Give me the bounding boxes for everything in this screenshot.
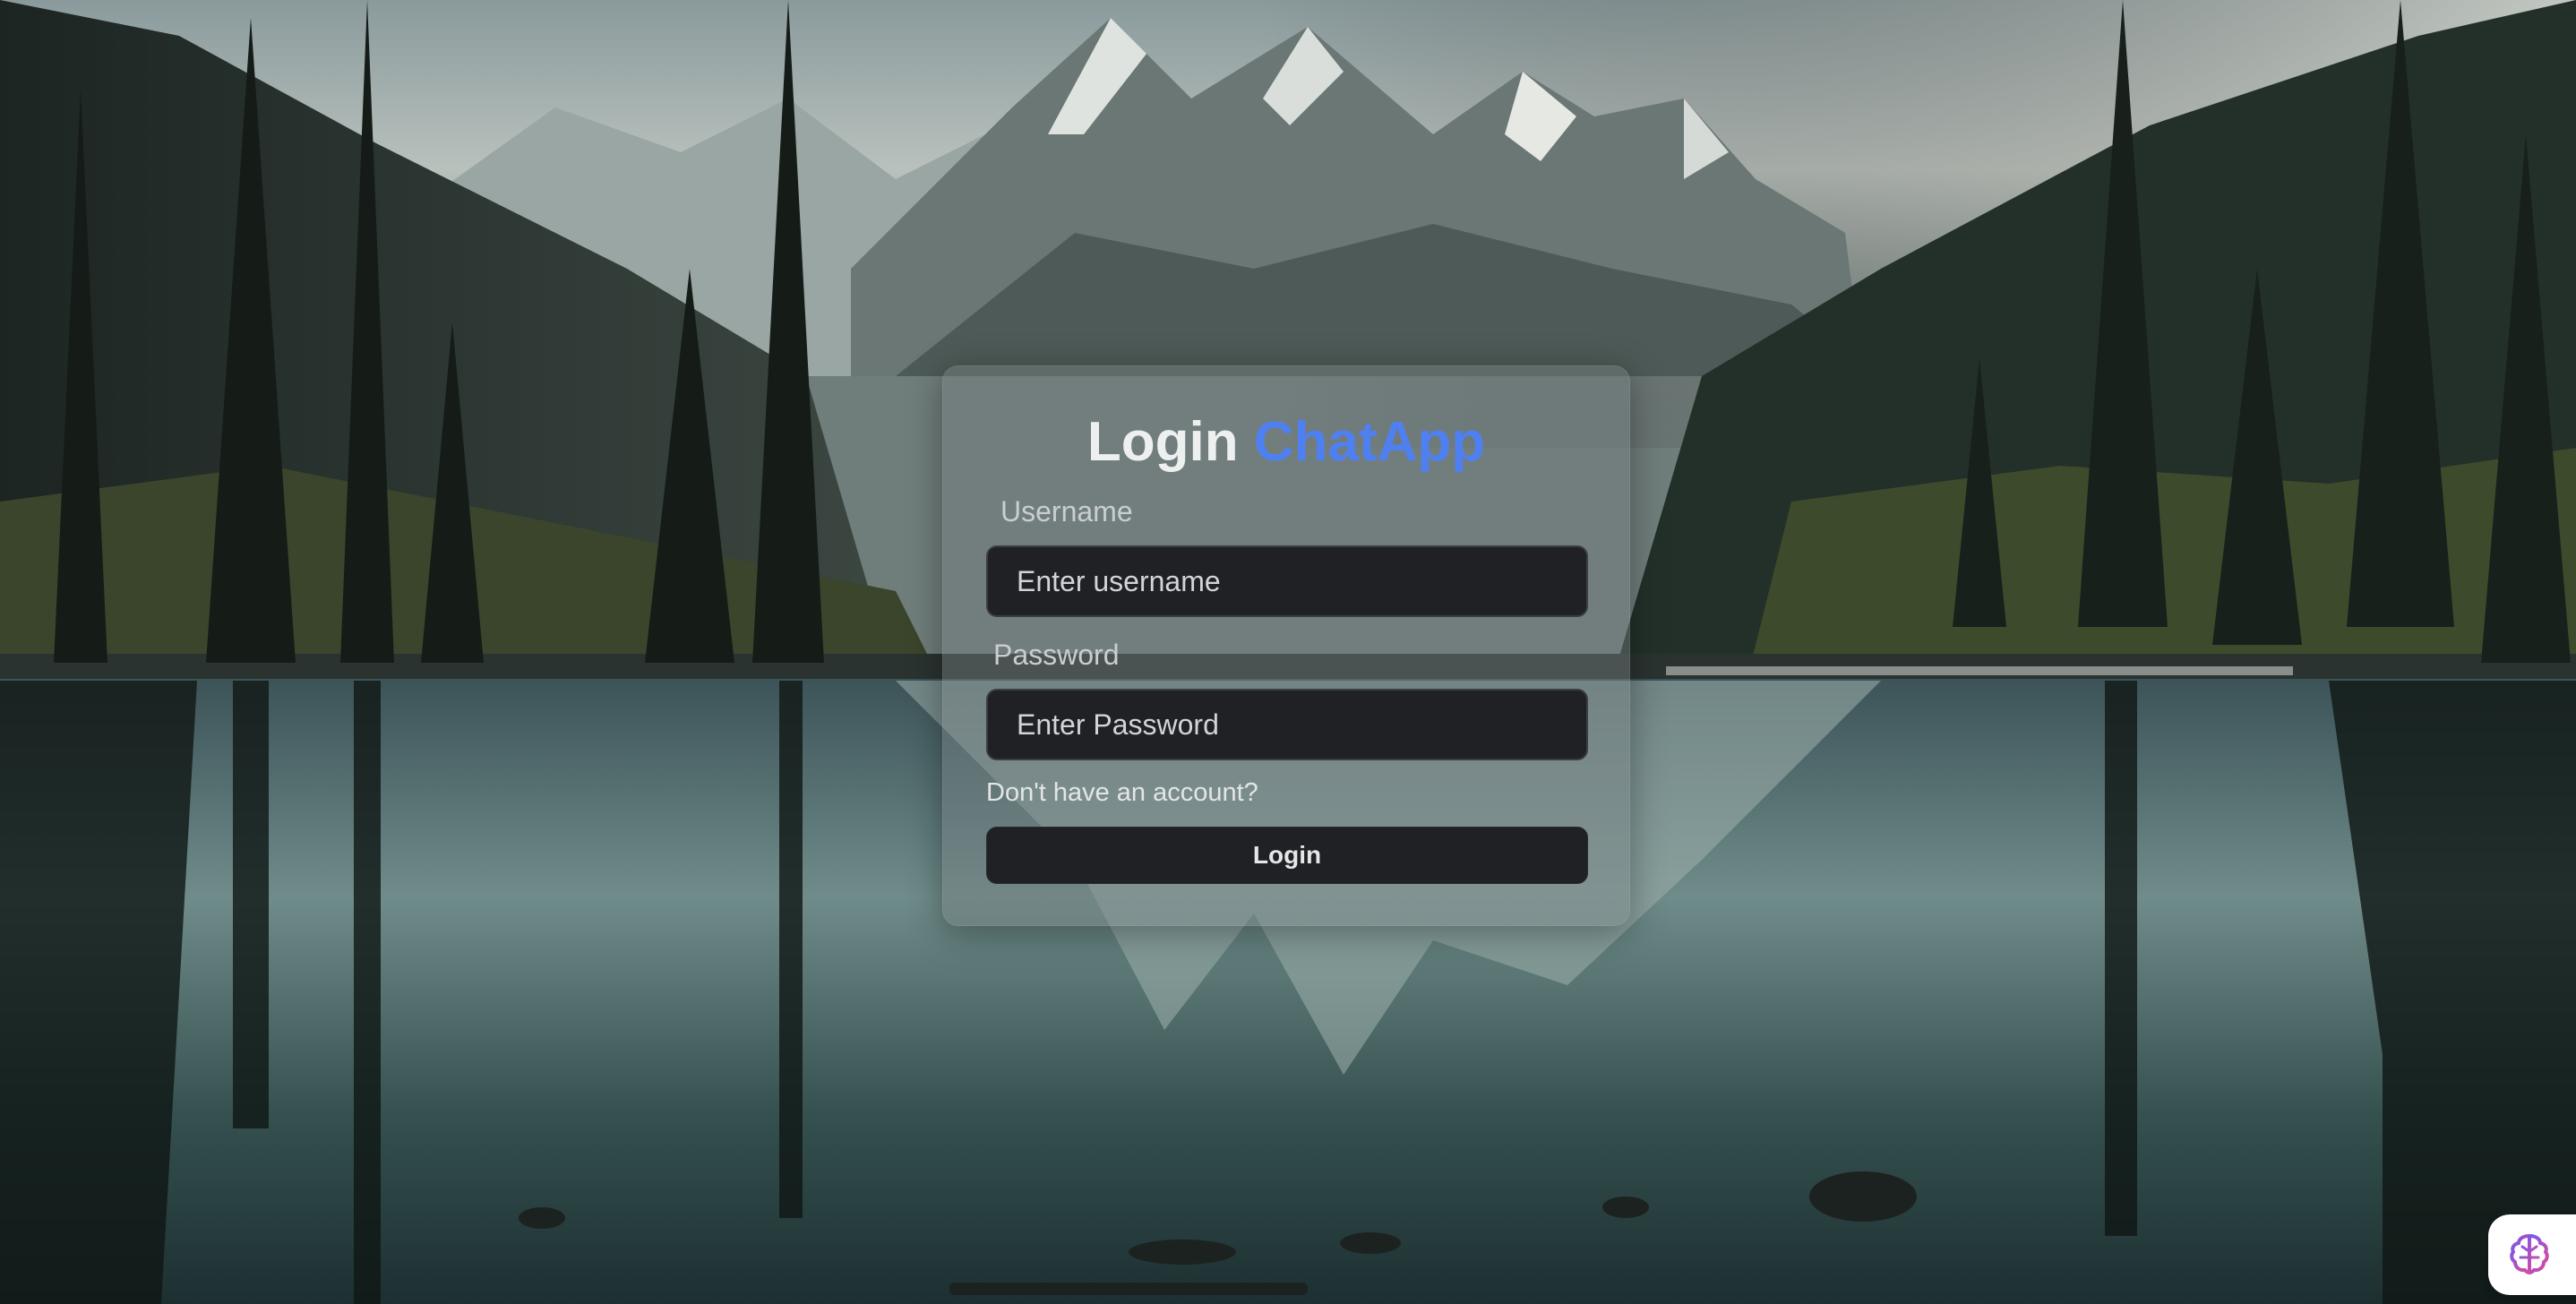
signup-link[interactable]: Don't have an account? xyxy=(986,780,1258,806)
title-prefix: Login xyxy=(1086,411,1239,473)
extension-badge[interactable] xyxy=(2488,1214,2576,1295)
password-label: Password xyxy=(993,639,1120,671)
login-card: Login ChatApp Username Password Don't ha… xyxy=(942,365,1630,926)
login-button[interactable]: Login xyxy=(986,827,1588,884)
username-input[interactable] xyxy=(986,545,1588,617)
brain-icon xyxy=(2510,1234,2549,1274)
username-label: Username xyxy=(1000,495,1133,528)
title-accent-app-name: ChatApp xyxy=(1253,411,1486,473)
login-title: Login ChatApp xyxy=(943,415,1629,470)
password-input[interactable] xyxy=(986,689,1588,760)
